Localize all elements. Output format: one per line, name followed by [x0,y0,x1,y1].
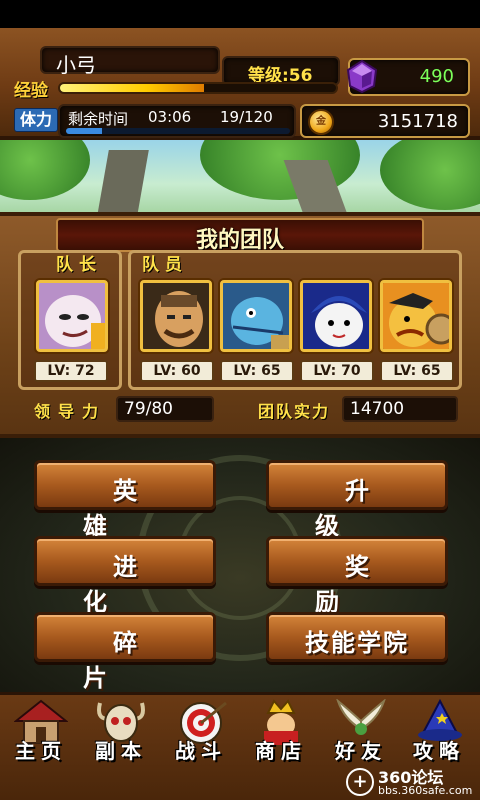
nav-guide-label: 攻略 [413,739,465,763]
gold-coin-icon: 金 [308,109,334,135]
nav-dungeon-label: 副本 [95,739,147,763]
player-name-box: 小弓 [40,46,220,77]
team-power-label: 团队实力 [258,402,331,421]
member-portrait[interactable] [380,280,452,352]
nav-dungeon[interactable]: 副本 [82,695,160,765]
plus-logo-icon: + [346,768,374,796]
evolve-button[interactable]: 进化 [34,536,216,616]
member-portrait[interactable] [220,280,292,352]
team-title-banner: 我的团队 [56,218,424,253]
skill-academy-label: 技能学院 [305,629,409,657]
player-status-bar: 小弓 等级:56 经验 体力 剩余时间 03:06 19/120 490 金 3… [0,28,480,140]
exp-fill [60,84,204,92]
foliage [0,140,90,200]
nav-home[interactable]: 主页 [2,695,80,765]
stamina-label: 体力 [14,108,58,132]
nav-guide[interactable]: 攻略 [400,695,478,765]
member-level: LV: 70 [300,360,374,382]
member-avatar-icon [143,283,209,349]
leadership-label: 领导力 [34,402,107,421]
leader-level: LV: 72 [34,360,108,382]
exp-bar [58,82,338,94]
team-panel: 我的团队 队长 队员 LV: 72 LV: 60 LV: 65 LV: 70 L… [0,212,480,438]
member-avatar-icon [223,283,289,349]
gem-counter[interactable]: 490 [346,58,470,96]
stamina-bar [66,128,290,134]
upgrade-label: 升级 [315,477,429,540]
watermark: + 360论坛 bbs.360safe.com [340,764,480,800]
team-power-value: 14700 [342,396,458,422]
member-portrait[interactable] [300,280,372,352]
stamina-timer-label: 剩余时间 [68,110,129,128]
nav-battle[interactable]: 战斗 [162,695,240,765]
fragments-button[interactable]: 碎片 [34,612,216,692]
gem-count: 490 [419,66,454,87]
upgrade-button[interactable]: 升级 [266,460,448,540]
leader-label: 队长 [56,255,102,275]
member-level: LV: 65 [380,360,454,382]
member-portrait[interactable] [140,280,212,352]
exp-label: 经验 [14,81,48,101]
player-name: 小弓 [56,53,96,77]
evolve-label: 进化 [83,553,197,616]
heroes-button[interactable]: 英雄 [34,460,216,540]
stamina-timer: 03:06 [148,108,192,126]
nav-shop-label: 商店 [255,739,307,763]
nav-home-label: 主页 [15,739,67,763]
stamina-value: 19/120 [220,108,273,126]
stamina-fill [66,128,102,134]
reward-button[interactable]: 奖励 [266,536,448,616]
heroes-label: 英雄 [83,477,197,540]
leader-portrait[interactable] [36,280,108,352]
nav-friends[interactable]: 好友 [322,695,400,765]
watermark-url: bbs.360safe.com [378,784,473,797]
nav-friends-label: 好友 [335,739,387,763]
leader-avatar-icon [39,283,105,349]
stamina-box: 剩余时间 03:06 19/120 [58,104,296,138]
system-status-bar [0,0,480,28]
member-level: LV: 60 [140,360,214,382]
fragments-label: 碎片 [83,629,197,692]
reward-label: 奖励 [315,553,429,616]
gold-count: 3151718 [377,111,458,132]
members-label: 队员 [142,255,188,275]
skill-academy-button[interactable]: 技能学院 [266,612,448,662]
member-avatar-icon [303,283,369,349]
gem-icon [346,59,378,94]
foliage [380,140,480,210]
leadership-value: 79/80 [116,396,214,422]
member-level: LV: 65 [220,360,294,382]
gold-counter[interactable]: 金 3151718 [300,104,470,138]
nav-battle-label: 战斗 [175,739,227,763]
nav-shop[interactable]: 商店 [242,695,320,765]
member-avatar-icon [383,283,449,349]
